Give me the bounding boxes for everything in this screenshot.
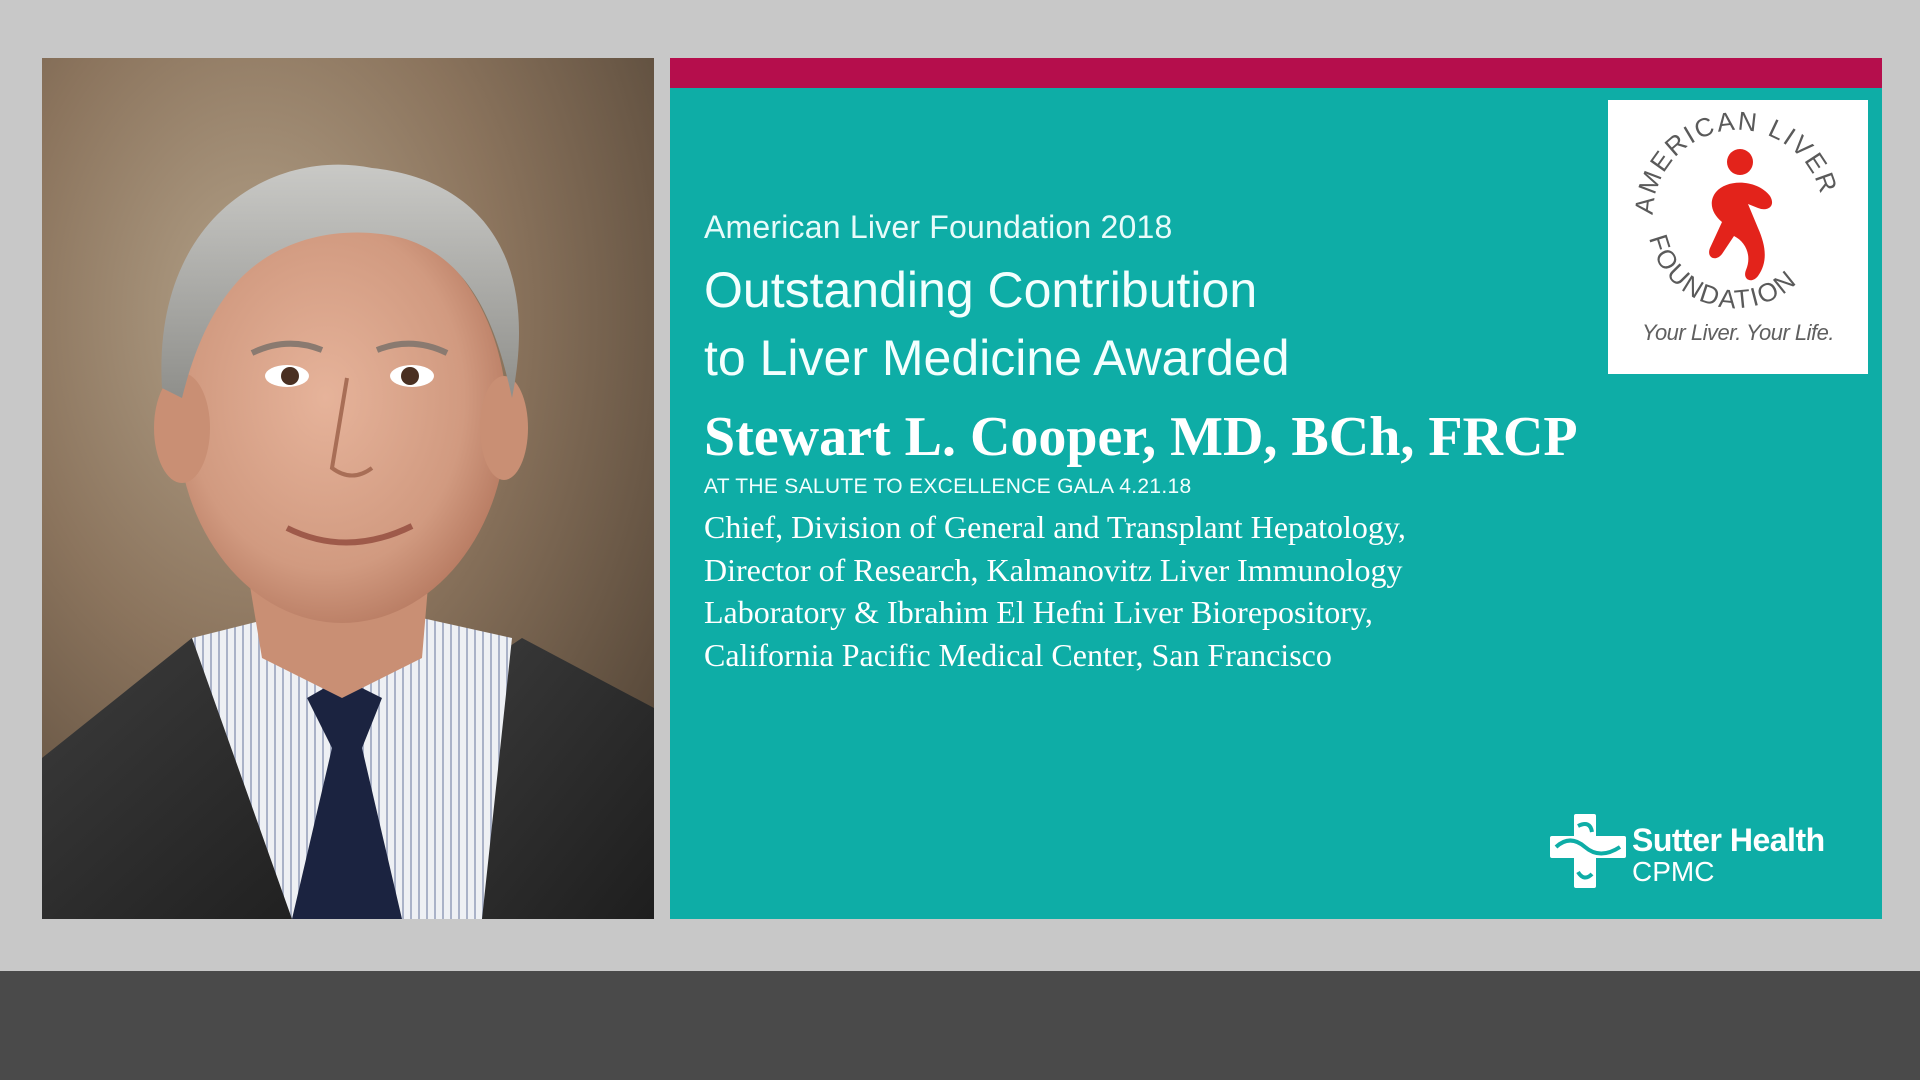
credential-line: California Pacific Medical Center, San F… <box>704 636 1332 673</box>
event-line: AT THE SALUTE TO EXCELLENCE GALA 4.21.18 <box>704 475 1192 498</box>
sutter-sub: CPMC <box>1632 856 1715 887</box>
alf-figure-icon <box>1709 149 1773 281</box>
portrait-photo <box>42 58 654 919</box>
announcement-card: American Liver Foundation 2018 Outstandi… <box>670 58 1882 919</box>
honoree-name: Stewart L. Cooper, MD, BCh, FRCP <box>704 406 1578 468</box>
credential-line: Laboratory & Ibrahim El Hefni Liver Bior… <box>704 594 1373 630</box>
sutter-mark-icon <box>1550 814 1626 888</box>
sutter-health-logo: Sutter Health CPMC <box>1550 814 1860 894</box>
announcement-text: American Liver Foundation 2018 Outstandi… <box>704 208 1604 676</box>
card-top-stripe <box>670 58 1882 88</box>
sutter-name: Sutter Health <box>1632 822 1825 858</box>
alf-tagline: Your Liver. Your Life. <box>1641 320 1835 345</box>
credentials: Chief, Division of General and Transplan… <box>704 506 1604 676</box>
award-title: Outstanding Contribution to Liver Medici… <box>704 256 1604 392</box>
credential-line: Chief, Division of General and Transplan… <box>704 509 1406 545</box>
award-title-line-1: Outstanding Contribution <box>704 262 1258 318</box>
award-title-line-2: to Liver Medicine Awarded <box>704 330 1290 386</box>
bottom-bar <box>0 971 1920 1080</box>
alf-logo: AMERICAN LIVER FOUNDATION Your Liver. Yo… <box>1608 100 1868 374</box>
credential-line: Director of Research, Kalmanovitz Liver … <box>704 551 1403 588</box>
org-year: American Liver Foundation 2018 <box>704 209 1173 245</box>
